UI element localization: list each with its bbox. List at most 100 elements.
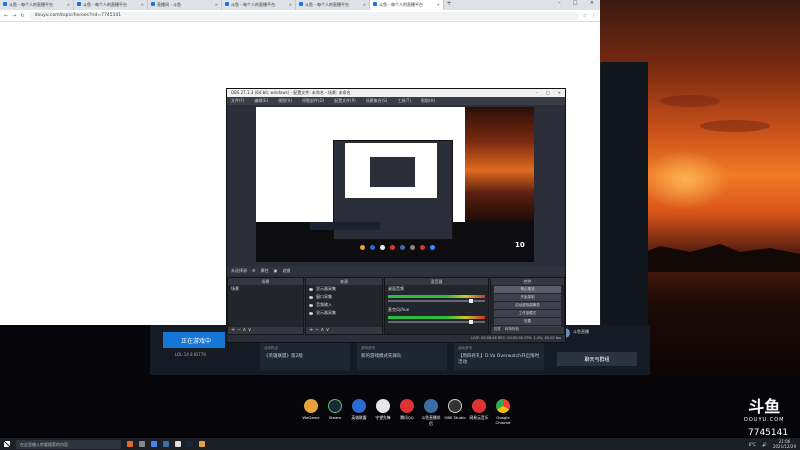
favicon-icon bbox=[373, 2, 377, 6]
browser-tab[interactable]: 斗鱼 - 每个人的直播平台 × bbox=[0, 0, 74, 10]
browser-tab[interactable]: 斗鱼 - 每个人的直播平台 × bbox=[74, 0, 148, 10]
close-tab-icon[interactable]: × bbox=[215, 2, 218, 8]
list-item[interactable]: 音频输入 bbox=[306, 301, 382, 309]
taskbar-app-icon[interactable] bbox=[127, 441, 133, 447]
chrome-taskbar-icon[interactable] bbox=[151, 441, 157, 447]
reload-icon[interactable]: ↻ bbox=[20, 13, 24, 19]
steam-taskbar-icon[interactable] bbox=[187, 441, 193, 447]
taskbar-search-input[interactable]: 在这里输入你要搜索的内容 bbox=[16, 439, 121, 449]
maximize-icon[interactable]: □ bbox=[546, 90, 550, 96]
preview-logo: 10 bbox=[515, 241, 525, 249]
gear-icon[interactable]: ⚙ bbox=[252, 268, 256, 273]
menu-help[interactable]: 帮助(H) bbox=[421, 98, 435, 104]
desktop-icon-wegame[interactable]: WeGame bbox=[300, 399, 322, 427]
desktop-icon-chrome[interactable]: Google Chrome bbox=[492, 399, 514, 427]
desktop-icon-overwatch[interactable]: 守望先锋 bbox=[372, 399, 394, 427]
desktop-icon-qq[interactable]: 腾讯QQ bbox=[396, 399, 418, 427]
eye-icon[interactable] bbox=[309, 303, 313, 307]
tab-controls[interactable]: 控件 bbox=[494, 327, 501, 334]
chat-groups-button[interactable]: 聊天与群组 bbox=[557, 352, 637, 366]
controls-dock: 控件 停止推流 开始录制 启动虚拟摄像机 工作室模式 设置 退出 控件 转场特效 bbox=[490, 277, 565, 335]
desktop-icon-steam[interactable]: Steam bbox=[324, 399, 346, 427]
netease-music-icon bbox=[472, 399, 486, 413]
douyu-icon bbox=[424, 399, 438, 413]
preview-nested-button bbox=[310, 222, 380, 230]
taskbar-app-icon[interactable] bbox=[199, 441, 205, 447]
browser-tab-active[interactable]: 斗鱼 - 每个人的直播平台 × bbox=[370, 0, 444, 10]
list-item[interactable]: 场景 bbox=[228, 285, 303, 293]
close-tab-icon[interactable]: × bbox=[437, 2, 440, 8]
menu-profile[interactable]: 配置文件(P) bbox=[334, 98, 356, 104]
favicon-icon bbox=[225, 2, 229, 6]
desktop-icon-lol[interactable]: 英雄联盟 bbox=[348, 399, 370, 427]
friends-panel[interactable] bbox=[600, 62, 648, 332]
close-tab-icon[interactable]: × bbox=[363, 2, 366, 8]
preview-nested-obs-inner bbox=[370, 157, 415, 187]
new-tab-button[interactable]: + bbox=[444, 0, 454, 10]
browser-tab[interactable]: 直播间 - 斗鱼 × bbox=[148, 0, 222, 10]
star-icon[interactable]: ☆ bbox=[583, 13, 587, 19]
list-item[interactable]: 显示器采集 bbox=[306, 285, 382, 293]
list-item[interactable]: 窗口采集 bbox=[306, 293, 382, 301]
clock[interactable]: 21:06 2021/12/29 bbox=[773, 439, 796, 449]
taskbar-app-icon[interactable] bbox=[163, 441, 169, 447]
play-button[interactable]: 正在游戏中 bbox=[163, 332, 225, 348]
virtual-camera-button[interactable]: 启动虚拟摄像机 bbox=[494, 302, 561, 309]
taskbar: 在这里输入你要搜索的内容 6°C 🔊 21:06 2021/12/29 bbox=[0, 438, 800, 450]
sunset-glow bbox=[640, 150, 730, 210]
obs-titlebar: OBS 27.1.3 (64-bit, windows) - 配置文件: 未命名… bbox=[227, 89, 565, 97]
maximize-icon[interactable]: □ bbox=[573, 0, 578, 10]
menu-docks[interactable]: 停靠部件(D) bbox=[302, 98, 324, 104]
filter-icon[interactable]: ▣ bbox=[274, 268, 278, 273]
list-item[interactable]: 显示器采集 bbox=[306, 309, 382, 317]
close-icon[interactable]: × bbox=[558, 90, 561, 96]
eye-icon[interactable] bbox=[309, 287, 313, 291]
desktop-icon-netease[interactable]: 网易云音乐 bbox=[468, 399, 490, 427]
settings-button[interactable]: 设置 bbox=[494, 318, 561, 325]
close-tab-icon[interactable]: × bbox=[67, 2, 70, 8]
obs-menubar: 文件(F) 编辑(E) 视图(V) 停靠部件(D) 配置文件(P) 场景集合(S… bbox=[227, 97, 565, 105]
volume-slider[interactable] bbox=[388, 320, 485, 324]
desktop-icon-douyu[interactable]: 斗鱼直播伴侣 bbox=[420, 399, 442, 427]
volume-icon[interactable]: 🔊 bbox=[762, 442, 767, 447]
tab-transitions[interactable]: 转场特效 bbox=[505, 327, 519, 334]
news-card[interactable]: 活动资讯 【周四有礼】D.Va Overwatch开启限时活动 bbox=[454, 343, 544, 370]
mixer-dock: 混音器 桌面音频 麦克风/Aux bbox=[384, 277, 489, 335]
desktop-icons: WeGame Steam 英雄联盟 守望先锋 腾讯QQ 斗鱼直播伴侣 OBS S… bbox=[300, 399, 514, 427]
obs-icon bbox=[448, 399, 462, 413]
close-tab-icon[interactable]: × bbox=[141, 2, 144, 8]
menu-edit[interactable]: 编辑(E) bbox=[254, 98, 268, 104]
obs-taskbar-icon[interactable] bbox=[175, 441, 181, 447]
properties-button[interactable]: 属性 bbox=[261, 268, 269, 274]
weather-temp[interactable]: 6°C bbox=[749, 442, 756, 447]
menu-file[interactable]: 文件(F) bbox=[231, 98, 244, 104]
browser-tab[interactable]: 斗鱼 - 每个人的直播平台 × bbox=[222, 0, 296, 10]
close-icon[interactable]: × bbox=[590, 0, 594, 10]
filters-button[interactable]: 滤镜 bbox=[282, 268, 290, 274]
close-tab-icon[interactable]: × bbox=[289, 2, 292, 8]
browser-tab[interactable]: 斗鱼 - 每个人的直播平台 × bbox=[296, 0, 370, 10]
eye-icon[interactable] bbox=[309, 295, 313, 299]
news-card[interactable]: 游戏资讯 新的游戏模式先锋队 bbox=[357, 343, 447, 370]
news-card[interactable]: 活动热点 《英雄联盟》第2版 bbox=[260, 343, 350, 370]
menu-icon[interactable]: ⋮ bbox=[591, 13, 596, 19]
minimize-icon[interactable]: – bbox=[558, 0, 561, 10]
eye-icon[interactable] bbox=[309, 311, 313, 315]
back-icon[interactable]: ← bbox=[4, 13, 8, 19]
taskbar-app-icon[interactable] bbox=[139, 441, 145, 447]
forward-icon[interactable]: → bbox=[12, 13, 16, 19]
studio-mode-button[interactable]: 工作室模式 bbox=[494, 310, 561, 317]
menu-view[interactable]: 视图(V) bbox=[278, 98, 292, 104]
window-controls: – □ × bbox=[552, 0, 600, 10]
minimize-icon[interactable]: – bbox=[536, 90, 538, 96]
desktop-icon-obs[interactable]: OBS Studio bbox=[444, 399, 466, 427]
volume-slider[interactable] bbox=[388, 299, 485, 303]
url-input[interactable]: douyu.com/topic/heroes?rid=7745141 bbox=[28, 11, 579, 20]
dock-footer: + − ∧ ∨ bbox=[306, 327, 382, 334]
menu-scene-collection[interactable]: 场景集合(S) bbox=[366, 98, 388, 104]
start-recording-button[interactable]: 开始录制 bbox=[494, 294, 561, 301]
obs-statusbar: LIVE: 00:06:48 REC: 00:00:00 CPU: 1.4%, … bbox=[227, 335, 565, 342]
windows-start-icon[interactable] bbox=[4, 441, 10, 447]
menu-tools[interactable]: 工具(T) bbox=[397, 98, 411, 104]
stop-streaming-button[interactable]: 停止推流 bbox=[494, 286, 561, 293]
